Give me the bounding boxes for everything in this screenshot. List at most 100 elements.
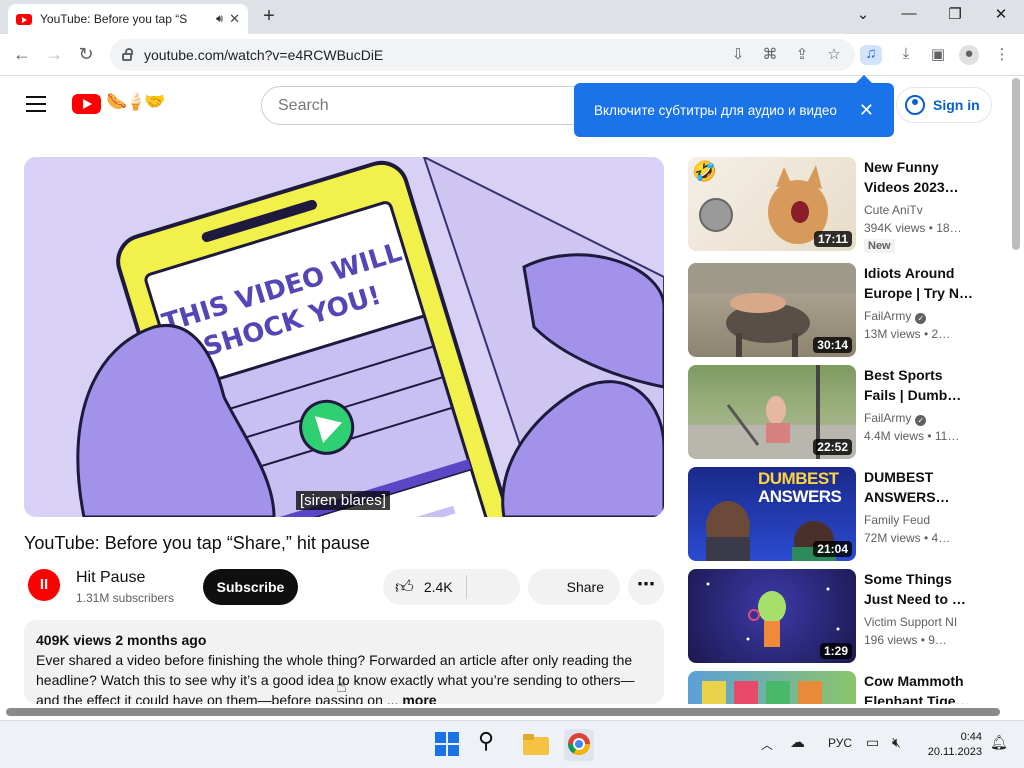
like-dislike-group: 👍︎ 2.4K: [383, 569, 520, 605]
profile-avatar-icon[interactable]: ●: [959, 45, 979, 65]
recommendation-channel[interactable]: Family Feud: [864, 513, 930, 527]
logo-doodle-icon[interactable]: 🌭🍦🤝: [106, 92, 165, 112]
file-explorer-icon[interactable]: [522, 731, 550, 759]
new-tab-button[interactable]: +: [256, 5, 282, 28]
recommendation-title[interactable]: DUMBEST ANSWERS…: [864, 467, 974, 507]
share-label: Share: [566, 579, 604, 595]
mouse-cursor-icon: ☝︎: [336, 676, 347, 696]
channel-name-text: FailArmy: [864, 411, 912, 425]
recommendation-item[interactable]: 22:52 Best Sports Fails | Dumb… FailArmy…: [688, 365, 1008, 459]
bookmark-star-icon[interactable]: ☆: [823, 45, 845, 65]
like-button[interactable]: 👍︎ 2.4K: [383, 575, 467, 599]
volume-muted-icon[interactable]: 🔇︎: [892, 734, 901, 751]
video-duration: 17:11: [813, 231, 852, 247]
recommendation-channel[interactable]: FailArmy ✓: [864, 411, 927, 426]
youtube-logo[interactable]: [72, 94, 101, 114]
thumbnail-text-answers: ANSWERS: [758, 487, 842, 506]
description-more-link[interactable]: more: [402, 692, 436, 704]
recommendation-thumbnail[interactable]: 🤣 17:11: [688, 157, 856, 251]
url-text: youtube.com/watch?v=e4RCWBucDiE: [144, 47, 384, 63]
video-player[interactable]: THIS VIDEO WILL SHOCK YOU!: [24, 157, 664, 517]
new-badge: New: [864, 239, 895, 253]
back-icon[interactable]: ←: [10, 44, 34, 65]
recommendation-thumbnail[interactable]: 22:52: [688, 365, 856, 459]
video-duration: 30:14: [813, 337, 852, 353]
download-icon[interactable]: ⤓: [895, 45, 917, 65]
thumbs-up-icon: 👍︎: [395, 577, 414, 597]
channel-avatar[interactable]: II: [28, 569, 60, 601]
side-panel-icon[interactable]: ▣: [927, 45, 949, 65]
input-language[interactable]: РУС: [828, 736, 852, 750]
recommendation-channel[interactable]: Victim Support NI: [864, 615, 957, 629]
verified-check-icon: ✓: [915, 313, 927, 324]
channel-name[interactable]: Hit Pause: [76, 569, 145, 587]
recommendation-title[interactable]: Some Things Just Need to …: [864, 569, 974, 609]
recommendation-title[interactable]: New Funny Videos 2023…: [864, 157, 974, 197]
account-icon: [905, 95, 925, 115]
tab-close-icon[interactable]: ✕: [229, 11, 240, 27]
video-duration: 1:29: [819, 643, 852, 659]
subscribe-button[interactable]: Subscribe: [203, 569, 298, 605]
share-button[interactable]: Share: [528, 569, 620, 605]
network-offline-icon[interactable]: ☁︎: [790, 733, 805, 751]
recommendation-thumbnail[interactable]: 30:14: [688, 263, 856, 357]
recommendation-title[interactable]: Cow Mammoth Elephant Tige…: [864, 671, 974, 704]
horizontal-scrollbar[interactable]: [6, 708, 1000, 716]
vertical-scrollbar[interactable]: [1012, 78, 1020, 250]
recommendation-item[interactable]: 30:14 Idiots Around Europe | Try N… Fail…: [688, 263, 1008, 357]
system-clock[interactable]: 0:44 20.11.2023: [920, 730, 982, 760]
clock-date: 20.11.2023: [927, 746, 982, 758]
recommendation-title[interactable]: Idiots Around Europe | Try N…: [864, 263, 974, 303]
tooltip-text: Включите субтитры для аудио и видео: [594, 102, 837, 118]
video-title: YouTube: Before you tap “Share,” hit pau…: [24, 533, 370, 553]
translate-icon[interactable]: ⌘: [759, 45, 781, 65]
media-control-icon[interactable]: ♫: [860, 45, 882, 65]
video-duration: 22:52: [813, 439, 852, 455]
forward-icon[interactable]: →: [42, 44, 66, 65]
laughing-emoji-icon: 🤣: [692, 161, 717, 183]
restore-button[interactable]: ❐: [940, 5, 970, 23]
chrome-icon: [568, 733, 590, 755]
search-icon[interactable]: ⚲: [478, 728, 506, 756]
youtube-favicon-icon: [16, 13, 32, 25]
recommendation-thumbnail[interactable]: 1:29: [688, 569, 856, 663]
recommendation-meta: 72M views • 4…: [864, 531, 951, 545]
thumbnail-text-dumbest: DUMBEST: [758, 469, 839, 488]
browser-toolbar: ← → ↻ youtube.com/watch?v=e4RCWBucDiE ⇩ …: [0, 34, 1024, 76]
recommendation-channel[interactable]: FailArmy ✓: [864, 309, 927, 324]
recommendation-channel[interactable]: Cute AniTv: [864, 203, 923, 217]
recommendation-thumbnail[interactable]: DUMBEST ANSWERS 21:04: [688, 467, 856, 561]
recommendation-item[interactable]: 🤣 17:11 New Funny Videos 2023… Cute AniT…: [688, 157, 1008, 253]
tooltip-close-icon[interactable]: ✕: [859, 100, 874, 121]
recommendation-title[interactable]: Best Sports Fails | Dumb…: [864, 365, 974, 405]
minimize-button[interactable]: —: [894, 5, 924, 22]
display-icon[interactable]: ▭: [866, 734, 879, 751]
recommendation-item[interactable]: Cow Mammoth Elephant Tige…: [688, 671, 1008, 704]
verified-check-icon: ✓: [915, 415, 927, 426]
install-app-icon[interactable]: ⇩: [727, 45, 749, 65]
reload-icon[interactable]: ↻: [74, 44, 98, 65]
browser-tab-youtube[interactable]: YouTube: Before you tap “S 🔊︎ ✕: [8, 4, 248, 34]
sign-in-button[interactable]: Sign in: [896, 87, 992, 123]
windows-start-icon[interactable]: [434, 731, 462, 759]
recommendation-thumbnail[interactable]: [688, 671, 856, 704]
recommendation-item[interactable]: DUMBEST ANSWERS 21:04 DUMBEST ANSWERS… F…: [688, 467, 1008, 561]
tray-overflow-icon[interactable]: ︿: [761, 736, 773, 753]
recommendation-item[interactable]: 1:29 Some Things Just Need to … Victim S…: [688, 569, 1008, 663]
lock-icon[interactable]: [122, 48, 133, 61]
browser-menu-icon[interactable]: ⋮: [991, 45, 1013, 65]
notifications-bell-icon[interactable]: 🔔︎: [990, 734, 1008, 751]
close-window-button[interactable]: ✕: [986, 5, 1016, 23]
search-input[interactable]: Search: [261, 86, 591, 125]
subscriber-count: 1.31M subscribers: [76, 591, 175, 605]
hamburger-menu-icon[interactable]: [26, 96, 46, 117]
speaker-icon[interactable]: 🔊︎: [216, 13, 223, 26]
clock-time: 0:44: [960, 731, 982, 743]
captions-promo-tooltip: Включите субтитры для аудио и видео ✕: [574, 75, 894, 137]
tab-search-icon[interactable]: ⌄: [848, 5, 878, 23]
dislike-button[interactable]: [467, 569, 520, 605]
share-page-icon[interactable]: ⇪: [791, 45, 813, 65]
browser-tab-strip: YouTube: Before you tap “S 🔊︎ ✕ + ⌄ — ❐ …: [0, 0, 1024, 34]
chrome-taskbar-button[interactable]: [564, 729, 594, 761]
more-actions-button[interactable]: ⋯: [628, 569, 664, 605]
